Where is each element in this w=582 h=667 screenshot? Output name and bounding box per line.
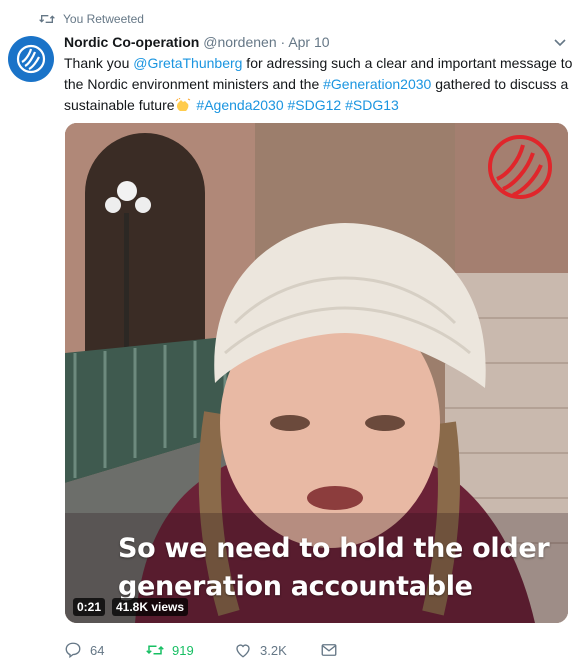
chevron-down-icon[interactable] bbox=[554, 38, 566, 48]
tweet-text-part: Thank you bbox=[64, 55, 134, 71]
tweet-date[interactable]: Apr 10 bbox=[288, 34, 329, 50]
retweet-context: You Retweeted bbox=[39, 12, 144, 26]
like-count: 3.2K bbox=[260, 642, 287, 658]
video-caption: So we need to hold the older generation … bbox=[118, 530, 558, 606]
envelope-icon bbox=[321, 644, 337, 656]
reply-button[interactable]: 64 bbox=[64, 641, 146, 659]
direct-message-button[interactable] bbox=[320, 641, 350, 659]
tweet-header: Nordic Co-operation @nordenen · Apr 10 bbox=[64, 34, 330, 50]
reply-icon bbox=[65, 642, 81, 659]
heart-icon bbox=[236, 644, 250, 658]
hashtag-link[interactable]: #Generation2030 bbox=[323, 76, 431, 92]
retweet-button[interactable]: 919 bbox=[146, 641, 234, 659]
tweet-actions: 64 919 3.2K bbox=[64, 641, 350, 659]
caption-line: So we need to hold the older bbox=[118, 533, 550, 564]
retweet-context-label: You Retweeted bbox=[63, 12, 144, 26]
separator: · bbox=[280, 34, 286, 50]
retweet-count: 919 bbox=[172, 642, 194, 658]
like-button[interactable]: 3.2K bbox=[234, 641, 320, 659]
clapping-hands-icon bbox=[175, 98, 190, 111]
hashtag-link[interactable]: #Agenda2030 bbox=[196, 97, 283, 113]
hashtag-link[interactable]: #SDG12 bbox=[288, 97, 342, 113]
retweet-context-icon bbox=[39, 15, 55, 23]
video-duration-badge: 0:21 bbox=[73, 598, 106, 616]
hashtag-link[interactable]: #SDG13 bbox=[345, 97, 399, 113]
tweet-card[interactable]: You Retweeted Nordic Co-operation @norde… bbox=[0, 0, 582, 667]
video-views-badge: 41.8K views bbox=[112, 598, 189, 616]
avatar[interactable] bbox=[8, 36, 54, 82]
reply-count: 64 bbox=[90, 642, 105, 658]
mention-link[interactable]: @GretaThunberg bbox=[133, 55, 242, 71]
nordic-swan-logo-icon bbox=[16, 44, 46, 74]
author-name[interactable]: Nordic Co-operation bbox=[64, 34, 199, 50]
tweet-text: Thank you @GretaThunberg for adressing s… bbox=[64, 53, 574, 116]
author-handle[interactable]: @nordenen bbox=[203, 34, 276, 50]
retweet-icon bbox=[146, 645, 164, 655]
